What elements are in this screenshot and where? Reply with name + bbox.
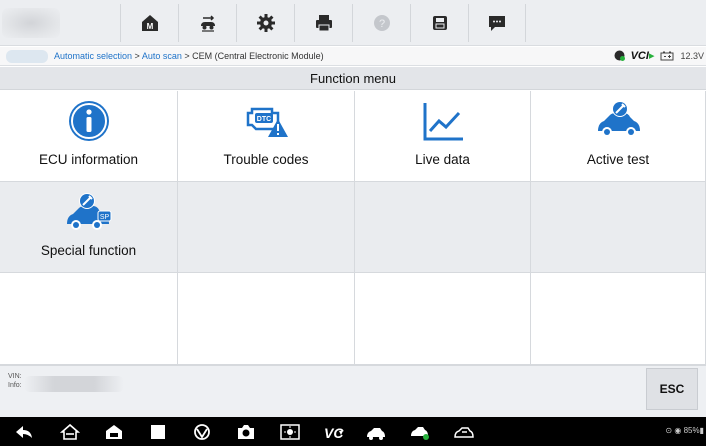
dtc-icon-text: DTC xyxy=(257,116,271,123)
car-connected-icon xyxy=(411,427,429,440)
info-icon xyxy=(68,101,109,141)
function-ecu-information[interactable]: ECU information xyxy=(0,91,178,182)
empty-cell xyxy=(178,182,355,273)
battery-icon: ▮ xyxy=(699,426,704,435)
empty-cell xyxy=(531,182,706,273)
vin-label: VIN: xyxy=(8,373,22,380)
page-title: Function menu xyxy=(0,67,706,90)
vehicle-info-bar: VIN: Info: ESC xyxy=(0,365,706,417)
car-service-icon xyxy=(454,427,474,438)
breadcrumb: Automatic selection > Auto scan > CEM (C… xyxy=(54,51,324,61)
function-live-data[interactable]: Live data xyxy=(355,91,531,182)
info-label: Info: xyxy=(8,382,22,389)
car-scan-icon xyxy=(367,428,385,440)
function-special-function[interactable]: SP Special function xyxy=(0,182,178,273)
brightness-icon xyxy=(280,424,300,440)
function-active-test[interactable]: Active test xyxy=(531,91,706,182)
line-chart-icon xyxy=(423,103,463,141)
blurred-logo xyxy=(2,8,60,38)
battery-percent: 85% xyxy=(683,426,700,435)
camera-button[interactable] xyxy=(234,422,258,442)
breadcrumb-link-automatic-selection[interactable]: Automatic selection xyxy=(54,51,132,61)
home-icon: M xyxy=(141,15,158,31)
car-home-button[interactable] xyxy=(102,422,126,442)
function-label: ECU information xyxy=(38,152,139,167)
vci-manager-button[interactable]: VC xyxy=(322,422,346,442)
car-garage-icon xyxy=(106,425,122,439)
battery-icon xyxy=(660,51,674,60)
breadcrumb-separator: > xyxy=(181,51,193,61)
back-button[interactable] xyxy=(12,422,36,442)
recent-apps-button[interactable] xyxy=(146,422,170,442)
scan-vci-button[interactable] xyxy=(364,422,388,442)
home-nav-button[interactable] xyxy=(58,422,82,442)
system-status: ⊙ ◉ 85%▮ xyxy=(665,426,704,435)
function-label: Active test xyxy=(586,152,650,167)
function-label: Trouble codes xyxy=(223,152,309,167)
esc-button[interactable]: ESC xyxy=(646,368,698,410)
wifi-icon: ◉ xyxy=(674,426,682,435)
print-button[interactable] xyxy=(294,4,352,42)
svg-text:?: ? xyxy=(378,18,384,30)
service-button[interactable] xyxy=(452,422,476,442)
settings-button[interactable] xyxy=(236,4,294,42)
blurred-vehicle-name xyxy=(6,49,48,63)
print-icon xyxy=(315,15,332,32)
recent-apps-icon xyxy=(151,425,165,439)
function-label: Special function xyxy=(40,243,137,258)
location-icon: ⊙ xyxy=(665,426,673,435)
help-button[interactable]: ? xyxy=(352,4,410,42)
help-icon: ? xyxy=(373,15,390,31)
dtc-engine-icon: DTC xyxy=(246,107,288,137)
app-screen: M ? Automatic selection > Auto scan > CE… xyxy=(0,0,706,446)
vehicle-connect-button[interactable] xyxy=(408,422,432,442)
top-toolbar: M ? xyxy=(0,0,706,46)
voltage-reading: 12.3V xyxy=(680,50,704,61)
function-grid: ECU information DTC Trouble codes Live d… xyxy=(0,91,706,365)
breadcrumb-link-auto-scan[interactable]: Auto scan xyxy=(142,51,182,61)
car-special-icon: SP xyxy=(66,193,111,230)
camera-icon xyxy=(238,425,254,439)
empty-cell xyxy=(355,182,531,273)
sp-icon-text: SP xyxy=(99,214,109,221)
blurred-vehicle-info xyxy=(24,376,124,392)
house-icon xyxy=(60,423,80,440)
function-trouble-codes[interactable]: DTC Trouble codes xyxy=(178,91,355,182)
save-icon xyxy=(432,16,447,30)
system-navigation-bar: VC ⊙ ◉ 85%▮ xyxy=(0,417,706,446)
empty-cell xyxy=(355,273,531,365)
globe-icon xyxy=(614,50,625,61)
breadcrumb-bar: Automatic selection > Auto scan > CEM (C… xyxy=(0,47,706,66)
messages-button[interactable] xyxy=(468,4,526,42)
back-arrow-icon xyxy=(16,426,32,438)
function-label: Live data xyxy=(415,152,470,167)
vci-connected-dot: ▸ xyxy=(648,50,655,62)
vci-status: VCI▸ xyxy=(631,49,655,62)
messages-icon xyxy=(489,16,505,31)
vehicle-swap-button[interactable] xyxy=(178,4,236,42)
home-button[interactable]: M xyxy=(120,4,178,42)
vci-label: VCI xyxy=(630,50,649,62)
car-wrench-icon xyxy=(598,101,640,137)
settings-icon xyxy=(256,14,275,32)
browser-icon xyxy=(194,424,210,440)
vehicle-swap-icon xyxy=(200,15,215,32)
browser-button[interactable] xyxy=(190,422,214,442)
home-icon-letter: M xyxy=(146,22,153,31)
breadcrumb-separator: > xyxy=(132,51,142,61)
empty-cell xyxy=(531,273,706,365)
empty-cell xyxy=(178,273,355,365)
save-button[interactable] xyxy=(410,4,468,42)
vci-icon: VC xyxy=(324,425,344,441)
connection-status: VCI▸ 12.3V xyxy=(614,49,704,62)
brightness-button[interactable] xyxy=(278,422,302,442)
breadcrumb-current: CEM (Central Electronic Module) xyxy=(192,51,324,61)
empty-cell xyxy=(0,273,178,365)
